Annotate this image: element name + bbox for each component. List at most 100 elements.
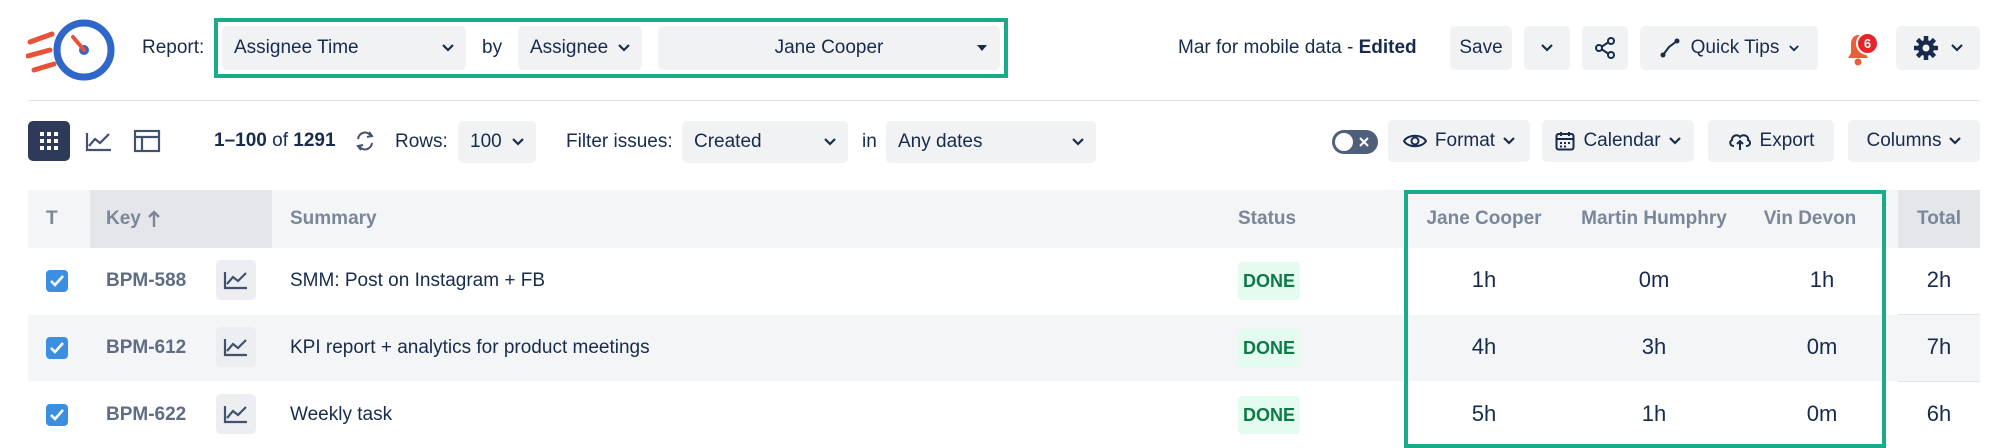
rows-label: Rows:	[395, 131, 448, 152]
cloud-upload-icon	[1728, 134, 1751, 150]
header-divider	[28, 100, 1980, 101]
report-label: Report:	[142, 37, 205, 58]
chevron-down-icon	[1541, 44, 1553, 52]
issue-key-link[interactable]: BPM-588	[106, 248, 186, 314]
gear-icon	[1914, 36, 1938, 60]
by-label: by	[482, 37, 503, 58]
chevron-down-icon	[1789, 44, 1800, 51]
path-icon	[1660, 38, 1680, 58]
save-options-button[interactable]	[1524, 26, 1570, 70]
calendar-label: Calendar	[1583, 130, 1661, 151]
chevron-down-icon	[1951, 44, 1963, 52]
issue-chart-button[interactable]	[216, 327, 256, 367]
settings-button[interactable]	[1896, 26, 1980, 70]
share-button[interactable]	[1582, 26, 1628, 70]
chevron-down-icon	[442, 44, 454, 52]
rows-select[interactable]: 100	[458, 121, 536, 163]
column-header-key[interactable]: Key	[106, 190, 161, 248]
refresh-button[interactable]	[354, 130, 376, 152]
chevron-down-icon	[1503, 137, 1515, 145]
calendar-button[interactable]: Calendar	[1542, 120, 1694, 162]
trend-chart-icon	[223, 339, 247, 357]
app-logo	[25, 12, 118, 88]
rows-value: 100	[470, 131, 502, 152]
filter-issues-label: Filter issues:	[566, 131, 673, 152]
user-columns-highlight	[1404, 190, 1886, 448]
format-label: Format	[1434, 130, 1496, 151]
issue-summary[interactable]: Weekly task	[290, 382, 392, 448]
filter-field-value: Created	[694, 131, 762, 152]
issue-summary[interactable]: KPI report + analytics for product meeti…	[290, 315, 650, 381]
chevron-down-icon	[824, 138, 836, 146]
key-header-label: Key	[106, 208, 141, 229]
report-name-text: Mar for mobile data -	[1178, 37, 1359, 58]
date-range-select[interactable]: Any dates	[886, 121, 1096, 163]
column-header-summary[interactable]: Summary	[290, 190, 377, 248]
calendar-icon	[1555, 132, 1575, 151]
report-type-select[interactable]: Assignee Time	[222, 26, 466, 70]
edited-label: Edited	[1358, 37, 1417, 58]
issue-summary[interactable]: SMM: Post on Instagram + FB	[290, 248, 545, 314]
column-header-total[interactable]: Total	[1898, 190, 1980, 248]
filter-field-select[interactable]: Created	[682, 121, 848, 163]
issue-key-link[interactable]: BPM-612	[106, 315, 186, 381]
layout-icon	[133, 129, 161, 153]
issue-type-checkbox-icon	[46, 337, 68, 359]
chevron-down-icon	[618, 44, 630, 52]
save-button[interactable]: Save	[1450, 26, 1512, 70]
group-by-select[interactable]: Assignee	[518, 26, 642, 70]
close-icon	[1359, 137, 1369, 147]
toggle-switch[interactable]	[1332, 130, 1378, 154]
view-switcher	[28, 121, 176, 161]
export-label: Export	[1759, 130, 1815, 151]
issue-type-checkbox-icon	[46, 404, 68, 426]
column-header-type[interactable]: T	[46, 190, 58, 248]
report-name: Mar for mobile data - Edited	[1178, 37, 1417, 59]
issue-chart-button[interactable]	[216, 260, 256, 300]
report-type-value: Assignee Time	[234, 37, 359, 58]
quick-tips-label: Quick Tips	[1690, 37, 1780, 58]
issue-type-checkbox-icon	[46, 270, 68, 292]
column-header-status[interactable]: Status	[1238, 190, 1296, 248]
chevron-down-icon	[512, 138, 524, 146]
status-badge: DONE	[1238, 396, 1300, 434]
total-count: 1291	[293, 130, 336, 151]
issue-key-link[interactable]: BPM-622	[106, 382, 186, 448]
notifications-button[interactable]: 6	[1838, 26, 1882, 70]
issue-chart-button[interactable]	[216, 394, 256, 434]
grid-view-button[interactable]	[28, 121, 70, 161]
user-select-value: Jane Cooper	[774, 37, 884, 58]
quick-tips-button[interactable]: Quick Tips	[1640, 26, 1818, 70]
trend-chart-icon	[85, 133, 111, 152]
columns-label: Columns	[1866, 130, 1942, 151]
chart-view-button[interactable]	[78, 121, 120, 161]
toggle-knob	[1335, 133, 1353, 151]
total-cell: 2h	[1926, 267, 1952, 292]
of-label: of	[272, 130, 288, 151]
caret-down-icon	[977, 45, 987, 51]
pagination-info: 1–100 of 1291	[214, 130, 336, 152]
eye-icon	[1402, 134, 1427, 148]
chevron-down-icon	[1072, 138, 1084, 146]
trend-chart-icon	[223, 406, 247, 424]
share-icon	[1595, 37, 1615, 59]
columns-button[interactable]: Columns	[1848, 120, 1980, 162]
user-select[interactable]: Jane Cooper	[658, 26, 1000, 70]
status-badge: DONE	[1238, 329, 1300, 367]
range-value: 1–100	[214, 130, 267, 151]
refresh-icon	[356, 131, 374, 151]
total-cell: 7h	[1926, 334, 1952, 359]
date-range-value: Any dates	[898, 131, 983, 152]
grid-icon	[40, 132, 58, 150]
trend-chart-icon	[223, 272, 247, 290]
arrow-up-icon	[148, 210, 160, 227]
in-label: in	[862, 131, 877, 152]
export-button[interactable]: Export	[1708, 120, 1834, 162]
group-by-value: Assignee	[530, 37, 609, 58]
chevron-down-icon	[1949, 137, 1962, 145]
total-cell: 6h	[1926, 401, 1952, 426]
layout-view-button[interactable]	[126, 121, 168, 161]
status-badge: DONE	[1238, 262, 1300, 300]
format-button[interactable]: Format	[1388, 120, 1530, 162]
notification-badge: 6	[1856, 32, 1879, 55]
